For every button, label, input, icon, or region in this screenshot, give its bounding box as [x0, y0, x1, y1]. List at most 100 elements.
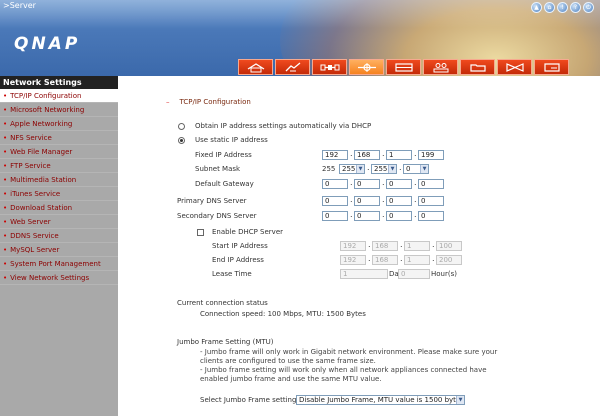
sidebar-item-label: TCP/IP Configuration [10, 92, 82, 100]
question-icon[interactable]: ? [570, 2, 581, 13]
sidebar-item[interactable]: • FTP Service [0, 159, 118, 173]
secondary-dns-octet-1-input[interactable]: 0 [322, 211, 348, 221]
bullet-icon: • [3, 218, 8, 226]
toolbar-folder-button[interactable] [460, 59, 495, 75]
ip-dot: . [400, 254, 403, 263]
bullet-icon: • [3, 148, 8, 156]
subnet-octet-3-select[interactable]: 255 ▼ [371, 164, 397, 174]
sidebar-item[interactable]: • Download Station [0, 201, 118, 215]
sidebar-item[interactable]: • System Port Management [0, 257, 118, 271]
file-icon [543, 62, 560, 72]
fixed-ip-octet-2-input[interactable]: 168 [354, 150, 380, 160]
secondary-dns-octet-2-input[interactable]: 0 [354, 211, 380, 221]
end-ip-octet-3-input[interactable]: 1 [404, 255, 430, 265]
dhcp-radio[interactable] [178, 123, 185, 130]
jumbo-note-1: - Jumbo frame will only work in Gigabit … [200, 348, 498, 365]
top-icon-bar: ▲ ⌂ ! ? ⏻ [531, 2, 594, 13]
fixed-ip-label: Fixed IP Address [195, 151, 252, 159]
subnet-octet-1: 255 [322, 165, 336, 173]
sidebar-item-label: Microsoft Networking [10, 106, 85, 114]
sidebar-item[interactable]: • NFS Service [0, 131, 118, 145]
toolbar-home-button[interactable] [238, 59, 273, 75]
section-title: – TCP/IP Configuration [166, 98, 251, 106]
disk-icon [394, 62, 413, 72]
toolbar-network-services-button[interactable] [349, 59, 384, 75]
start-ip-octet-4-input[interactable]: 100 [436, 241, 462, 251]
toolbar-disk-button[interactable] [386, 59, 421, 75]
lease-days-input[interactable]: 1 [340, 269, 388, 279]
gateway-octet-3-input[interactable]: 0 [386, 179, 412, 189]
sidebar-item[interactable]: • Web Server [0, 215, 118, 229]
primary-dns-octet-2-input[interactable]: 0 [354, 196, 380, 206]
subnet-mask-label: Subnet Mask [195, 165, 241, 173]
subnet-octet-2-select[interactable]: 255 ▼ [339, 164, 365, 174]
end-ip-octet-1-input[interactable]: 192 [340, 255, 366, 265]
sidebar-item-label: iTunes Service [10, 190, 61, 198]
toolbar-bowtie-button[interactable] [497, 59, 532, 75]
toolbar-system-tools-button[interactable] [312, 59, 347, 75]
ip-dot: . [432, 254, 435, 263]
enable-dhcp-label: Enable DHCP Server [212, 228, 284, 236]
up-arrow-icon[interactable]: ▲ [531, 2, 542, 13]
primary-dns-octet-4-input[interactable]: 0 [418, 196, 444, 206]
wizard-icon [285, 62, 300, 71]
toolbar-file-button[interactable] [534, 59, 569, 75]
start-ip-octet-2-input[interactable]: 168 [372, 241, 398, 251]
folder-icon [469, 63, 486, 72]
subnet-octet-4-value: 0 [406, 165, 411, 173]
gateway-octet-2-input[interactable]: 0 [354, 179, 380, 189]
bullet-icon: • [3, 162, 8, 170]
sidebar-item[interactable]: • TCP/IP Configuration [0, 89, 118, 103]
end-ip-octet-4-input[interactable]: 200 [436, 255, 462, 265]
static-ip-radio-label: Use static IP address [195, 136, 268, 144]
bullet-icon: • [3, 176, 8, 184]
jumbo-frame-select[interactable]: Disable Jumbo Frame, MTU value is 1500 b… [296, 395, 465, 405]
bullet-icon: • [3, 190, 8, 198]
sidebar-item[interactable]: • Multimedia Station [0, 173, 118, 187]
ip-dot: . [399, 163, 402, 172]
fixed-ip-octet-3-input[interactable]: 1 [386, 150, 412, 160]
network-services-icon [357, 62, 376, 72]
sidebar-item[interactable]: • iTunes Service [0, 187, 118, 201]
help-icon[interactable]: ! [557, 2, 568, 13]
fixed-ip-octet-1-input[interactable]: 192 [322, 150, 348, 160]
secondary-dns-octet-3-input[interactable]: 0 [386, 211, 412, 221]
sidebar-item[interactable]: • DDNS Service [0, 229, 118, 243]
subnet-octet-4-select[interactable]: 0 ▼ [403, 164, 429, 174]
sidebar-item[interactable]: • Apple Networking [0, 117, 118, 131]
start-ip-octet-1-input[interactable]: 192 [340, 241, 366, 251]
collapse-dash-icon[interactable]: – [166, 98, 170, 106]
enable-dhcp-checkbox[interactable] [197, 229, 204, 236]
fixed-ip-octet-4-input[interactable]: 199 [418, 150, 444, 160]
toolbar-wizard-button[interactable] [275, 59, 310, 75]
secondary-dns-label: Secondary DNS Server [177, 212, 257, 220]
home-icon[interactable]: ⌂ [544, 2, 555, 13]
start-ip-octet-3-input[interactable]: 1 [404, 241, 430, 251]
toolbar-users-button[interactable] [423, 59, 458, 75]
bullet-icon: • [3, 120, 8, 128]
lease-hours-input[interactable]: 0 [398, 269, 430, 279]
primary-dns-octet-3-input[interactable]: 0 [386, 196, 412, 206]
secondary-dns-octet-4-input[interactable]: 0 [418, 211, 444, 221]
chevron-down-icon: ▼ [420, 165, 428, 173]
sidebar-item[interactable]: • Microsoft Networking [0, 103, 118, 117]
primary-dns-octet-1-input[interactable]: 0 [322, 196, 348, 206]
sidebar-item[interactable]: • Web File Manager [0, 145, 118, 159]
ip-dot: . [382, 178, 385, 187]
logout-icon[interactable]: ⏻ [583, 2, 594, 13]
jumbo-note-2: - Jumbo frame setting will work only whe… [200, 366, 487, 383]
end-ip-label: End IP Address [212, 256, 264, 264]
sidebar-item[interactable]: • MySQL Server [0, 243, 118, 257]
section-title-label: TCP/IP Configuration [179, 98, 251, 106]
gateway-octet-4-input[interactable]: 0 [418, 179, 444, 189]
ip-dot: . [382, 149, 385, 158]
banner-gloss [0, 0, 600, 28]
sidebar-item[interactable]: • View Network Settings [0, 271, 118, 285]
bowtie-icon [505, 62, 524, 72]
static-ip-radio[interactable] [178, 137, 185, 144]
gateway-octet-1-input[interactable]: 0 [322, 179, 348, 189]
ip-dot: . [350, 178, 353, 187]
jumbo-select-label: Select Jumbo Frame setting: [200, 396, 299, 404]
users-icon [433, 62, 448, 72]
end-ip-octet-2-input[interactable]: 168 [372, 255, 398, 265]
